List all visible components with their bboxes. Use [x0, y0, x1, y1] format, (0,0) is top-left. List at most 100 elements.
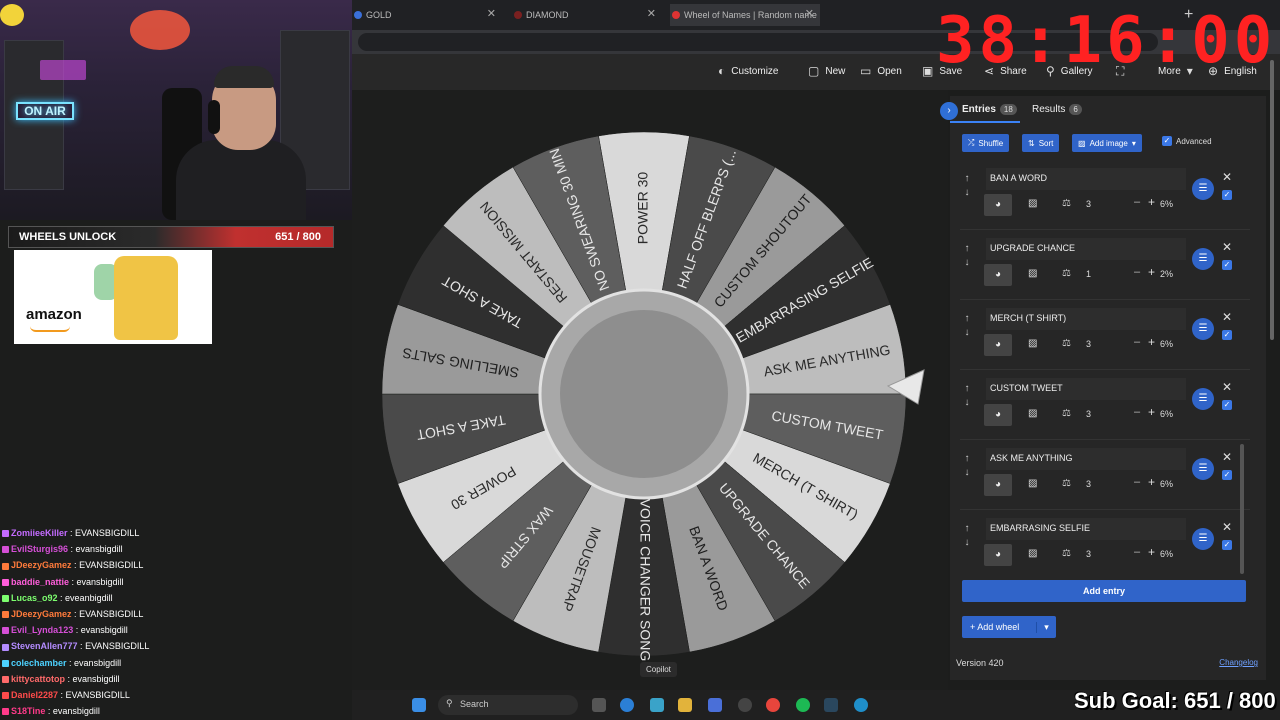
tab-diamond[interactable]: DIAMOND ✕ [512, 4, 662, 26]
add-image-button[interactable]: ▨ Add image ▾ [1072, 134, 1142, 152]
tab-label: Wheel of Names | Random name [684, 10, 817, 20]
palette-icon[interactable]: ◕ [984, 194, 1012, 216]
add-wheel-button[interactable]: + Add wheel ▾ [962, 616, 1056, 638]
edge-icon[interactable] [620, 698, 634, 712]
entry-name-field[interactable]: MERCH (T SHIRT) [986, 308, 1186, 330]
palette-icon[interactable]: ◕ [984, 264, 1012, 286]
plus-icon[interactable]: + [1148, 545, 1155, 559]
reorder-arrows-icon[interactable]: ↑ ↓ [960, 172, 974, 200]
chat-message: Lucas_o92 : eveanbigdill [2, 593, 113, 603]
entries-scrollbar[interactable] [1240, 444, 1244, 574]
close-icon[interactable]: ✕ [487, 7, 496, 20]
name-wheel[interactable]: POWER 30 HALF OFF BLERPS (...CUSTOM SHOUT… [374, 124, 914, 664]
reorder-arrows-icon[interactable]: ↑ ↓ [960, 452, 974, 480]
image-icon[interactable]: ▨ [1028, 478, 1037, 489]
entry-enabled-checkbox[interactable]: ✓ [1222, 330, 1232, 340]
entry-enabled-checkbox[interactable]: ✓ [1222, 260, 1232, 270]
reorder-arrows-icon[interactable]: ↑ ↓ [960, 382, 974, 410]
open-button[interactable]: ▭ Open [860, 64, 902, 78]
entry-weight[interactable]: 3 [1086, 549, 1091, 559]
page-scrollbar[interactable] [1270, 60, 1274, 340]
tab-gold[interactable]: GOLD ✕ [352, 4, 502, 26]
entry-weight[interactable]: 3 [1086, 339, 1091, 349]
image-icon[interactable]: ▨ [1028, 408, 1037, 419]
tab-entries[interactable]: Entries 18 [962, 104, 1017, 115]
entry-weight[interactable]: 1 [1086, 269, 1091, 279]
image-icon[interactable]: ▨ [1028, 338, 1037, 349]
shuffle-button[interactable]: ⤮ Shuffle [962, 134, 1010, 152]
reorder-arrows-icon[interactable]: ↑ ↓ [960, 312, 974, 340]
entry-settings-icon[interactable]: ☰ [1192, 178, 1214, 200]
entry-enabled-checkbox[interactable]: ✓ [1222, 470, 1232, 480]
minus-icon[interactable]: – [1134, 546, 1140, 558]
image-icon[interactable]: ▨ [1028, 268, 1037, 279]
add-entry-button[interactable]: Add entry [962, 580, 1246, 602]
taskbar-search[interactable]: ⚲ Search [438, 695, 578, 715]
close-icon[interactable]: ✕ [1222, 450, 1232, 464]
task-view-icon[interactable] [592, 698, 606, 712]
close-icon[interactable]: ✕ [1222, 380, 1232, 394]
entry-enabled-checkbox[interactable]: ✓ [1222, 400, 1232, 410]
palette-icon[interactable]: ◕ [984, 404, 1012, 426]
entry-weight[interactable]: 3 [1086, 479, 1091, 489]
collapse-chevron-icon[interactable]: › [940, 102, 958, 120]
image-icon[interactable]: ▨ [1028, 198, 1037, 209]
entry-settings-icon[interactable]: ☰ [1192, 458, 1214, 480]
palette-icon[interactable]: ◕ [984, 474, 1012, 496]
plus-icon[interactable]: + [1148, 475, 1155, 489]
steam-icon[interactable] [824, 698, 838, 712]
entry-weight[interactable]: 3 [1086, 409, 1091, 419]
spotify-icon[interactable] [796, 698, 810, 712]
entry-settings-icon[interactable]: ☰ [1192, 248, 1214, 270]
plus-icon[interactable]: + [1148, 405, 1155, 419]
close-icon[interactable]: ✕ [647, 7, 656, 20]
chat-badge-icon [2, 643, 9, 651]
minus-icon[interactable]: – [1134, 406, 1140, 418]
plus-icon[interactable]: + [1148, 195, 1155, 209]
plus-icon[interactable]: + [1148, 265, 1155, 279]
entry-settings-icon[interactable]: ☰ [1192, 528, 1214, 550]
chrome-icon[interactable] [766, 698, 780, 712]
entry-row: ↑ ↓ CUSTOM TWEET ◕ ▨ ⚖ 3 – +6% ☰ ✕ ✓ [960, 370, 1250, 440]
chat-separator: : [77, 641, 86, 652]
close-icon[interactable]: ✕ [1222, 170, 1232, 184]
app-icon[interactable] [738, 698, 752, 712]
minus-icon[interactable]: – [1134, 196, 1140, 208]
palette-icon[interactable]: ◕ [984, 334, 1012, 356]
advanced-toggle[interactable]: ✓ Advanced [1162, 136, 1212, 146]
store-icon[interactable] [708, 698, 722, 712]
minus-icon[interactable]: – [1134, 336, 1140, 348]
entry-name-field[interactable]: BAN A WORD [986, 168, 1186, 190]
reorder-arrows-icon[interactable]: ↑ ↓ [960, 522, 974, 550]
entry-weight[interactable]: 3 [1086, 199, 1091, 209]
entry-enabled-checkbox[interactable]: ✓ [1222, 190, 1232, 200]
close-icon[interactable]: ✕ [1222, 240, 1232, 254]
sort-button[interactable]: ⇅ Sort [1022, 134, 1060, 152]
entry-enabled-checkbox[interactable]: ✓ [1222, 540, 1232, 550]
copilot-icon[interactable] [650, 698, 664, 712]
chevron-down-icon[interactable]: ▾ [1036, 621, 1056, 633]
minus-icon[interactable]: – [1134, 266, 1140, 278]
close-icon[interactable]: ✕ [1222, 520, 1232, 534]
entry-settings-icon[interactable]: ☰ [1192, 318, 1214, 340]
entry-name-field[interactable]: UPGRADE CHANCE [986, 238, 1186, 260]
tab-wheel-of-names[interactable]: Wheel of Names | Random name ✕ [670, 4, 820, 26]
entry-settings-icon[interactable]: ☰ [1192, 388, 1214, 410]
edge-dev-icon[interactable] [854, 698, 868, 712]
palette-icon[interactable]: ◕ [984, 544, 1012, 566]
close-icon[interactable]: ✕ [1222, 310, 1232, 324]
entry-name-field[interactable]: ASK ME ANYTHING [986, 448, 1186, 470]
entry-name-field[interactable]: CUSTOM TWEET [986, 378, 1186, 400]
plus-icon[interactable]: + [1148, 335, 1155, 349]
image-icon[interactable]: ▨ [1028, 548, 1037, 559]
tab-results[interactable]: Results 6 [1032, 104, 1082, 115]
close-icon[interactable]: ✕ [805, 7, 814, 20]
minus-icon[interactable]: – [1134, 476, 1140, 488]
changelog-link[interactable]: Changelog [1219, 658, 1258, 667]
customize-button[interactable]: ◐ Customize [718, 64, 779, 78]
file-explorer-icon[interactable] [678, 698, 692, 712]
windows-start-icon[interactable] [412, 698, 426, 712]
new-button[interactable]: ▢ New [808, 64, 845, 78]
reorder-arrows-icon[interactable]: ↑ ↓ [960, 242, 974, 270]
entry-name-field[interactable]: EMBARRASING SELFIE [986, 518, 1186, 540]
